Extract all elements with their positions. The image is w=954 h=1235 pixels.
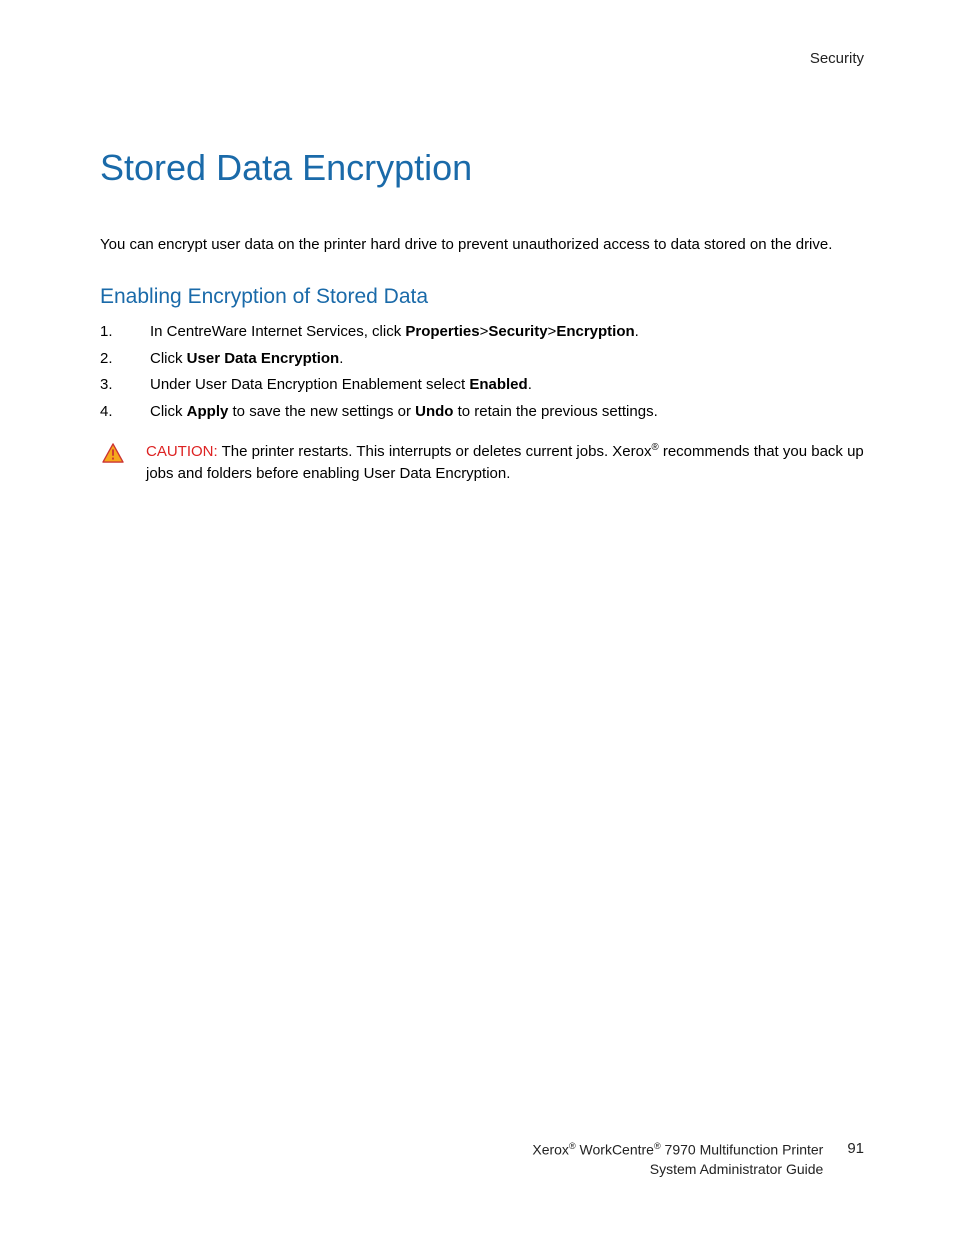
- step-text: Click: [150, 403, 187, 420]
- step-bold: Properties: [405, 323, 479, 340]
- step-text: .: [528, 376, 532, 393]
- step-text: .: [635, 323, 639, 340]
- step-4: Click Apply to save the new settings or …: [100, 401, 864, 424]
- step-text: to retain the previous settings.: [453, 403, 657, 420]
- step-sep: >: [548, 323, 557, 340]
- footer-line-1: Xerox® WorkCentre® 7970 Multifunction Pr…: [532, 1140, 823, 1160]
- step-bold: Security: [488, 323, 547, 340]
- caution-text: CAUTION: The printer restarts. This inte…: [146, 441, 864, 485]
- step-text: Under User Data Encryption Enablement se…: [150, 376, 469, 393]
- registered-mark: ®: [651, 442, 658, 453]
- header-section-label: Security: [100, 50, 864, 67]
- step-text: to save the new settings or: [228, 403, 415, 420]
- step-bold: Encryption: [556, 323, 634, 340]
- step-bold: Apply: [187, 403, 229, 420]
- registered-mark: ®: [569, 1141, 576, 1151]
- caution-body: The printer restarts. This interrupts or…: [218, 443, 652, 460]
- footer-line-2: System Administrator Guide: [532, 1160, 823, 1180]
- step-bold: Enabled: [469, 376, 527, 393]
- intro-paragraph: You can encrypt user data on the printer…: [100, 234, 864, 255]
- step-bold: Undo: [415, 403, 453, 420]
- step-text: Click: [150, 350, 187, 367]
- footer-text: Xerox® WorkCentre® 7970 Multifunction Pr…: [532, 1140, 823, 1180]
- registered-mark: ®: [654, 1141, 661, 1151]
- step-text: In CentreWare Internet Services, click: [150, 323, 405, 340]
- warning-icon: [102, 443, 124, 463]
- caution-label: CAUTION:: [146, 443, 218, 460]
- page-title: Stored Data Encryption: [100, 147, 864, 189]
- page-number: 91: [847, 1140, 864, 1157]
- step-2: Click User Data Encryption.: [100, 348, 864, 371]
- step-3: Under User Data Encryption Enablement se…: [100, 374, 864, 397]
- step-1: In CentreWare Internet Services, click P…: [100, 321, 864, 344]
- section-heading: Enabling Encryption of Stored Data: [100, 285, 864, 309]
- steps-list: In CentreWare Internet Services, click P…: [100, 321, 864, 423]
- caution-block: CAUTION: The printer restarts. This inte…: [100, 441, 864, 485]
- step-text: .: [339, 350, 343, 367]
- page-footer: Xerox® WorkCentre® 7970 Multifunction Pr…: [100, 1140, 864, 1180]
- step-bold: User Data Encryption: [187, 350, 340, 367]
